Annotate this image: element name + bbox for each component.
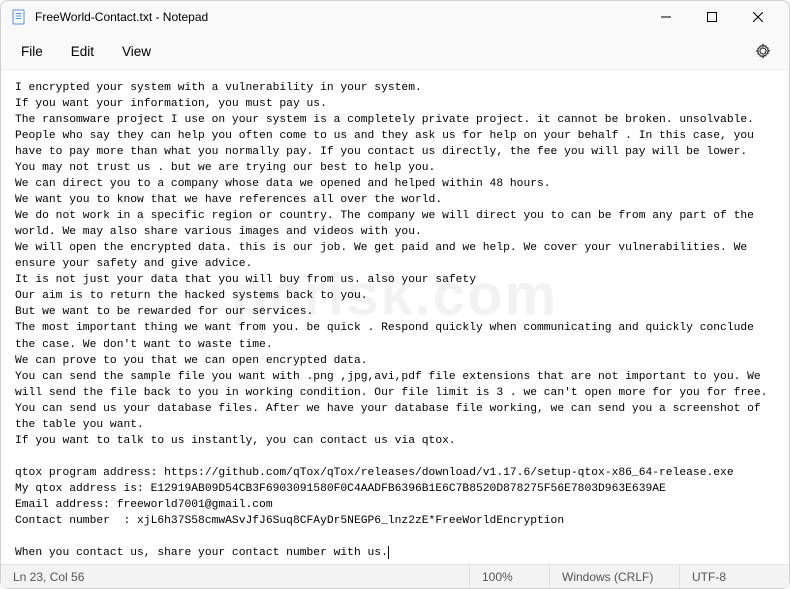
window-title: FreeWorld-Contact.txt - Notepad xyxy=(35,10,208,24)
menu-edit[interactable]: Edit xyxy=(59,38,106,65)
cursor-position: Ln 23, Col 56 xyxy=(1,565,96,588)
encoding: UTF-8 xyxy=(679,565,789,588)
titlebar: FreeWorld-Contact.txt - Notepad xyxy=(1,1,789,33)
minimize-button[interactable] xyxy=(643,1,689,33)
notepad-icon xyxy=(11,9,27,25)
close-button[interactable] xyxy=(735,1,781,33)
menubar: File Edit View xyxy=(1,33,789,69)
zoom-level[interactable]: 100% xyxy=(469,565,549,588)
menu-file[interactable]: File xyxy=(9,38,55,65)
maximize-button[interactable] xyxy=(689,1,735,33)
document-text: I encrypted your system with a vulnerabi… xyxy=(15,82,768,559)
settings-button[interactable] xyxy=(745,33,781,69)
menu-view[interactable]: View xyxy=(110,38,163,65)
gear-icon xyxy=(755,43,771,59)
statusbar: Ln 23, Col 56 100% Windows (CRLF) UTF-8 xyxy=(1,564,789,588)
text-editor-area[interactable]: I encrypted your system with a vulnerabi… xyxy=(1,69,789,564)
text-caret xyxy=(388,546,389,559)
line-ending: Windows (CRLF) xyxy=(549,565,679,588)
